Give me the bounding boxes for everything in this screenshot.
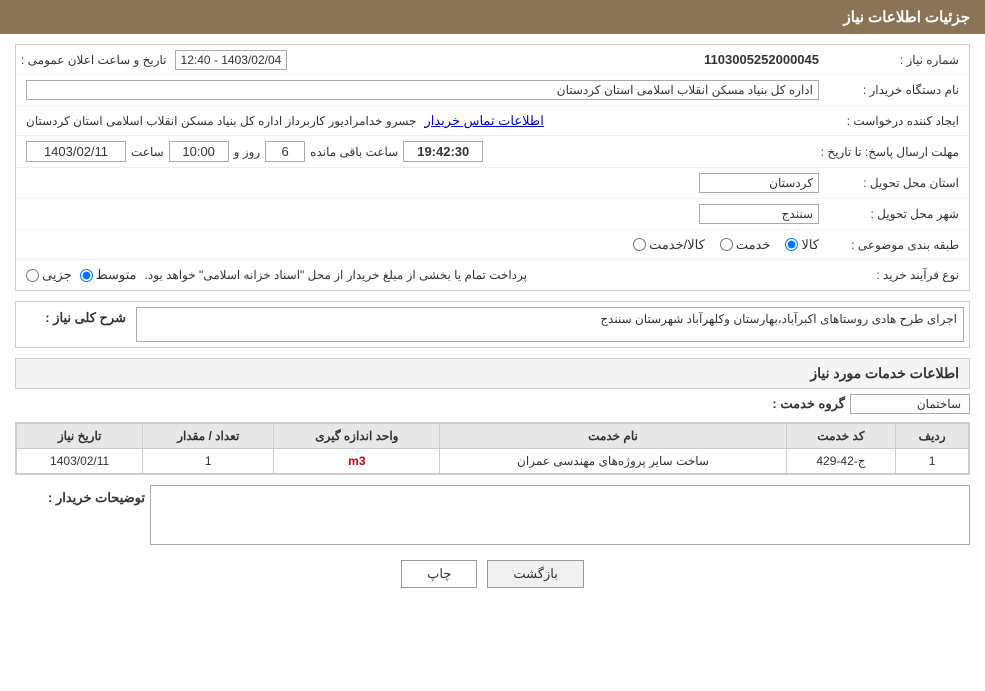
delivery-province-label: استان محل تحویل : xyxy=(824,176,964,190)
table-row: 1 ج-42-429 ساخت سایر پروژه‌های مهندسی عم… xyxy=(17,449,969,474)
buttons-row: بازگشت چاپ xyxy=(15,560,970,588)
category-goods-radio[interactable] xyxy=(785,238,798,251)
announce-time-label: تاریخ و ساعت اعلان عمومی : xyxy=(21,53,167,67)
category-goods[interactable]: کالا xyxy=(785,237,819,253)
delivery-city-value: سنندج xyxy=(699,204,819,224)
announce-time-value: 1403/02/04 - 12:40 xyxy=(175,50,288,70)
category-row: طبقه بندی موضوعی : کالا/خدمت خدمت کالا xyxy=(16,230,969,260)
general-description-row: اجرای طرح هادی روستاهای اکبرآباد،بهارستا… xyxy=(21,307,964,342)
cell-row-number: 1 xyxy=(896,449,969,474)
cell-quantity: 1 xyxy=(143,449,274,474)
col-service-name: نام خدمت xyxy=(440,424,786,449)
category-service-radio[interactable] xyxy=(720,238,733,251)
buyer-notes-textarea[interactable] xyxy=(150,485,970,545)
requester-name: جسرو خدامرادیور کاربرداز اداره کل بنیاد … xyxy=(26,114,416,128)
deadline-time-value: 10:00 xyxy=(169,141,229,162)
col-quantity: تعداد / مقدار xyxy=(143,424,274,449)
col-date: تاریخ نیاز xyxy=(17,424,143,449)
process-type-label: نوع فرآیند خرید : xyxy=(824,268,964,282)
cell-service-code: ج-42-429 xyxy=(786,449,896,474)
deadline-row: مهلت ارسال پاسخ: تا تاریخ : 19:42:30 ساع… xyxy=(16,136,969,168)
delivery-city-row: شهر محل تحویل : سنندج xyxy=(16,199,969,230)
category-goods-service-label: کالا/خدمت xyxy=(649,237,705,253)
process-type-row: نوع فرآیند خرید : پرداخت تمام یا بخشی از… xyxy=(16,260,969,290)
category-service-label: خدمت xyxy=(736,237,771,253)
announce-time-container: 1403/02/04 - 12:40 تاریخ و ساعت اعلان عم… xyxy=(21,50,287,70)
process-small-radio[interactable] xyxy=(26,269,39,282)
process-type-value-cell: پرداخت تمام یا بخشی از مبلغ خریدار از مح… xyxy=(21,265,824,285)
requester-row: ایجاد کننده درخواست : اطلاعات تماس خریدا… xyxy=(16,106,969,136)
buyer-org-value-cell: اداره کل بنیاد مسکن انقلاب اسلامی استان … xyxy=(21,78,824,102)
deadline-label: مهلت ارسال پاسخ: تا تاریخ : xyxy=(821,145,964,159)
delivery-province-row: استان محل تحویل : کردستان xyxy=(16,168,969,199)
request-number-label: شماره نیاز : xyxy=(824,53,964,67)
print-button[interactable]: چاپ xyxy=(401,560,477,588)
services-section-header: اطلاعات خدمات مورد نیاز xyxy=(15,358,970,389)
service-group-row: ساختمان گروه خدمت : xyxy=(15,394,970,414)
deadline-remaining-value: 19:42:30 xyxy=(403,141,483,162)
general-description-container: اجرای طرح هادی روستاهای اکبرآباد،بهارستا… xyxy=(15,301,970,348)
request-number-value: 1103005252000045 xyxy=(704,52,819,67)
category-label: طبقه بندی موضوعی : xyxy=(824,238,964,252)
general-description-text: اجرای طرح هادی روستاهای اکبرآباد،بهارستا… xyxy=(136,307,964,342)
delivery-city-label: شهر محل تحویل : xyxy=(824,207,964,221)
process-medium[interactable]: متوسط xyxy=(80,267,137,283)
category-goods-service[interactable]: کالا/خدمت xyxy=(633,237,705,253)
process-medium-radio[interactable] xyxy=(80,269,93,282)
requester-label: ایجاد کننده درخواست : xyxy=(824,114,964,128)
info-section: شماره نیاز : 1103005252000045 1403/02/04… xyxy=(15,44,970,291)
buyer-notes-section: توضیحات خریدار : xyxy=(15,485,970,545)
col-row-number: ردیف xyxy=(896,424,969,449)
request-number-row: شماره نیاز : 1103005252000045 1403/02/04… xyxy=(16,45,969,75)
table-header-row: ردیف کد خدمت نام خدمت واحد اندازه گیری ت… xyxy=(17,424,969,449)
buyer-org-label: نام دستگاه خریدار : xyxy=(824,83,964,97)
buyer-org-value: اداره کل بنیاد مسکن انقلاب اسلامی استان … xyxy=(26,80,819,100)
deadline-remaining-label: ساعت باقی مانده xyxy=(310,145,398,159)
category-radio-group: کالا/خدمت خدمت کالا xyxy=(26,237,819,253)
deadline-fields: 19:42:30 ساعت باقی مانده 6 روز و 10:00 س… xyxy=(26,141,816,162)
service-group-label: گروه خدمت : xyxy=(750,396,850,412)
back-button[interactable]: بازگشت xyxy=(487,560,583,588)
requester-value-cell: اطلاعات تماس خریدار جسرو خدامرادیور کارب… xyxy=(21,111,824,131)
service-group-value: ساختمان xyxy=(850,394,970,414)
deadline-time-label: ساعت xyxy=(131,145,164,159)
category-value-cell: کالا/خدمت خدمت کالا xyxy=(21,235,824,255)
category-goods-label: کالا xyxy=(801,237,819,253)
process-medium-label: متوسط xyxy=(96,267,137,283)
general-description-label: شرح کلی نیاز : xyxy=(21,307,131,326)
col-unit: واحد اندازه گیری xyxy=(274,424,440,449)
buyer-org-row: نام دستگاه خریدار : اداره کل بنیاد مسکن … xyxy=(16,75,969,106)
delivery-city-value-cell: سنندج xyxy=(21,202,824,226)
cell-date: 1403/02/11 xyxy=(17,449,143,474)
page-wrapper: جزئیات اطلاعات نیاز شماره نیاز : 1103005… xyxy=(0,0,985,691)
deadline-date-value: 1403/02/11 xyxy=(26,141,126,162)
main-content: شماره نیاز : 1103005252000045 1403/02/04… xyxy=(0,34,985,613)
process-small-label: جزیی xyxy=(42,267,72,283)
request-number-value-cell: 1103005252000045 xyxy=(287,50,824,69)
category-service[interactable]: خدمت xyxy=(720,237,771,253)
buyer-notes-label: توضیحات خریدار : xyxy=(15,485,145,506)
cell-service-name: ساخت سایر پروژه‌های مهندسی عمران xyxy=(440,449,786,474)
payment-note: پرداخت تمام یا بخشی از مبلغ خریدار از مح… xyxy=(145,268,528,282)
deadline-days-value: 6 xyxy=(265,141,305,162)
services-table: ردیف کد خدمت نام خدمت واحد اندازه گیری ت… xyxy=(16,423,969,474)
process-type-container: پرداخت تمام یا بخشی از مبلغ خریدار از مح… xyxy=(26,267,819,283)
cell-unit: m3 xyxy=(274,449,440,474)
delivery-province-value: کردستان xyxy=(699,173,819,193)
process-small[interactable]: جزیی xyxy=(26,267,72,283)
requester-contact-link[interactable]: اطلاعات تماس خریدار xyxy=(424,113,543,129)
deadline-value-cell: 19:42:30 ساعت باقی مانده 6 روز و 10:00 س… xyxy=(21,139,821,164)
category-goods-service-radio[interactable] xyxy=(633,238,646,251)
page-title: جزئیات اطلاعات نیاز xyxy=(844,9,971,26)
page-header: جزئیات اطلاعات نیاز xyxy=(0,0,985,34)
services-table-wrapper: ردیف کد خدمت نام خدمت واحد اندازه گیری ت… xyxy=(15,422,970,475)
col-service-code: کد خدمت xyxy=(786,424,896,449)
deadline-days-label: روز و xyxy=(234,145,261,159)
delivery-province-value-cell: کردستان xyxy=(21,171,824,195)
